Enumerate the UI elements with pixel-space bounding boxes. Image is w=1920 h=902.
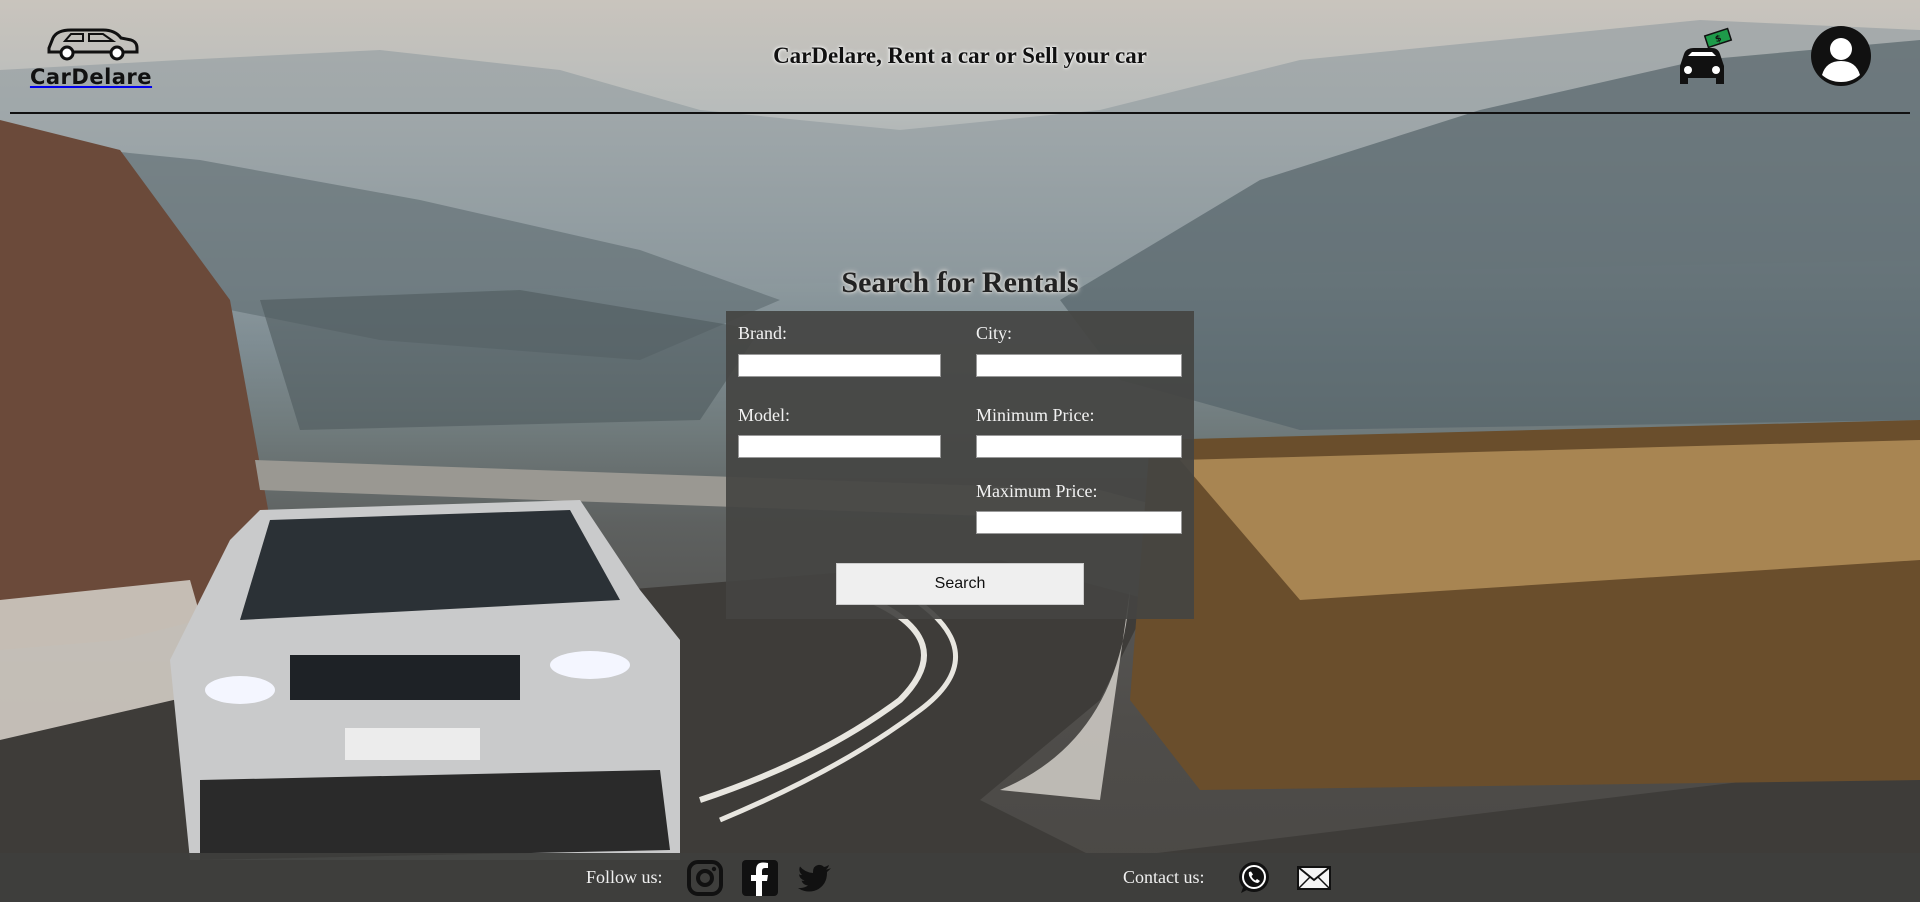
whatsapp-icon (1239, 862, 1269, 893)
site-header: CarDelare CarDelare, Rent a car or Sell … (0, 0, 1920, 115)
search-form: Brand: City: Model: Minimum Price: Maxim… (726, 311, 1194, 619)
search-button[interactable]: Search (836, 563, 1084, 605)
city-label: City: (976, 323, 1013, 343)
twitter-icon (798, 864, 831, 892)
sell-car-button[interactable]: $ (1672, 26, 1736, 90)
facebook-link[interactable] (741, 859, 779, 897)
suv-car-image (170, 500, 680, 860)
email-link[interactable] (1295, 859, 1333, 897)
search-title: Search for Rentals (841, 266, 1079, 299)
brand-input[interactable] (738, 354, 941, 377)
site-footer: Follow us: Contact us: (0, 853, 1920, 902)
model-input[interactable] (738, 435, 941, 458)
instagram-link[interactable] (686, 859, 724, 897)
max-price-label: Maximum Price: (976, 481, 1098, 501)
follow-us-label: Follow us: (586, 867, 663, 887)
profile-button[interactable] (1810, 25, 1872, 87)
max-price-input[interactable] (976, 511, 1182, 534)
car-with-money-icon: $ (1680, 27, 1733, 84)
contact-us-label: Contact us: (1123, 867, 1205, 887)
min-price-input[interactable] (976, 435, 1182, 458)
user-avatar-icon (1811, 26, 1871, 86)
header-divider (10, 112, 1910, 114)
brand-label: Brand: (738, 323, 787, 343)
email-icon (1297, 866, 1331, 890)
model-label: Model: (738, 405, 790, 425)
city-input[interactable] (976, 354, 1182, 377)
instagram-icon (687, 860, 723, 896)
facebook-icon (742, 860, 778, 896)
whatsapp-link[interactable] (1235, 859, 1273, 897)
min-price-label: Minimum Price: (976, 405, 1095, 425)
twitter-link[interactable] (796, 859, 834, 897)
page-title: CarDelare, Rent a car or Sell your car (773, 43, 1147, 68)
